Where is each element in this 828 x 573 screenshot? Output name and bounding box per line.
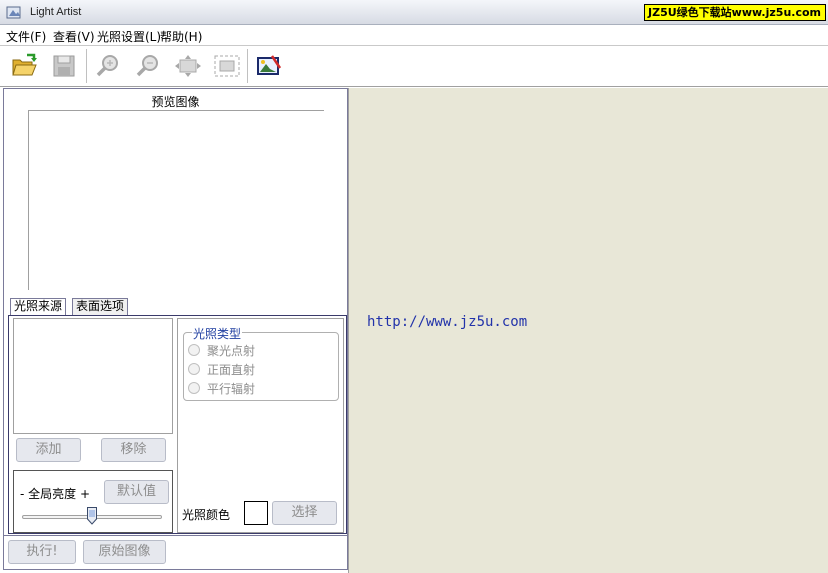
brightness-group: - 全局亮度 + 默认值 [13,470,173,533]
canvas-url-text: http://www.jz5u.com [367,314,528,330]
toolbar [0,45,828,87]
default-button[interactable]: 默认值 [104,480,169,504]
fit-window-icon [175,55,201,77]
divider [4,535,347,536]
light-color-swatch[interactable] [244,501,268,525]
edit-image-icon [257,55,282,75]
brightness-label: - 全局亮度 + [20,487,91,501]
tab-light-source[interactable]: 光照来源 [10,298,67,316]
app-icon [6,6,21,19]
zoom-in-icon [96,55,118,77]
original-image-button[interactable]: 原始图像 [83,540,166,564]
toolbar-separator [247,49,248,83]
execute-button[interactable]: 执行! [8,540,76,564]
edit-image-button[interactable] [254,52,284,80]
select-color-button[interactable]: 选择 [272,501,337,525]
zoom-out-button[interactable] [133,52,163,80]
control-panel: 预览图像 光照来源 表面选项 添加 移除 - 全局亮度 + 默认值 光照类型 聚… [3,88,348,570]
radio-label: 正面直射 [207,363,256,377]
preview-label: 预览图像 [151,95,200,109]
menu-view[interactable]: 查看(V) [53,28,95,45]
open-folder-icon [12,53,37,76]
light-source-panel: 添加 移除 - 全局亮度 + 默认值 光照类型 聚光点射 正面直射 平行辐射 光… [8,315,347,534]
radio-circle[interactable] [188,363,200,375]
radio-circle[interactable] [188,382,200,394]
radio-label: 聚光点射 [207,344,256,358]
light-type-group: 光照类型 聚光点射 正面直射 平行辐射 [183,325,339,401]
brightness-slider-thumb[interactable] [87,507,97,525]
light-properties-group: 光照类型 聚光点射 正面直射 平行辐射 光照颜色 选择 [177,318,344,533]
window-title: Light Artist [30,6,82,18]
radio-label: 平行辐射 [207,382,256,396]
image-canvas[interactable]: http://www.jz5u.com [348,88,828,573]
menu-bar: 文件(F) 查看(V) 光照设置(L) 帮助(H) [0,26,828,45]
menu-light-settings[interactable]: 光照设置(L) [97,28,161,45]
toolbar-separator [86,49,87,83]
open-button[interactable] [10,52,40,80]
title-bar: Light Artist JZ5U绿色下载站www.jz5u.com [0,0,828,25]
actual-size-icon [214,55,240,77]
actual-size-button[interactable] [212,52,242,80]
menu-help[interactable]: 帮助(H) [160,28,202,45]
remove-button[interactable]: 移除 [101,438,166,462]
zoom-out-icon [136,55,158,77]
radio-circle[interactable] [188,344,200,356]
save-button[interactable] [50,52,80,80]
menu-file[interactable]: 文件(F) [6,28,46,45]
preview-frame-left [28,110,29,290]
zoom-in-button[interactable] [93,52,123,80]
preview-frame-top [28,110,324,111]
light-color-label: 光照颜色 [182,508,231,522]
save-disk-icon [53,55,75,77]
tab-surface-options[interactable]: 表面选项 [72,298,129,315]
light-type-legend: 光照类型 [192,325,243,342]
watermark-banner: JZ5U绿色下载站www.jz5u.com [644,4,826,21]
fit-window-button[interactable] [173,52,203,80]
add-button[interactable]: 添加 [16,438,81,462]
light-source-list[interactable] [13,318,173,434]
